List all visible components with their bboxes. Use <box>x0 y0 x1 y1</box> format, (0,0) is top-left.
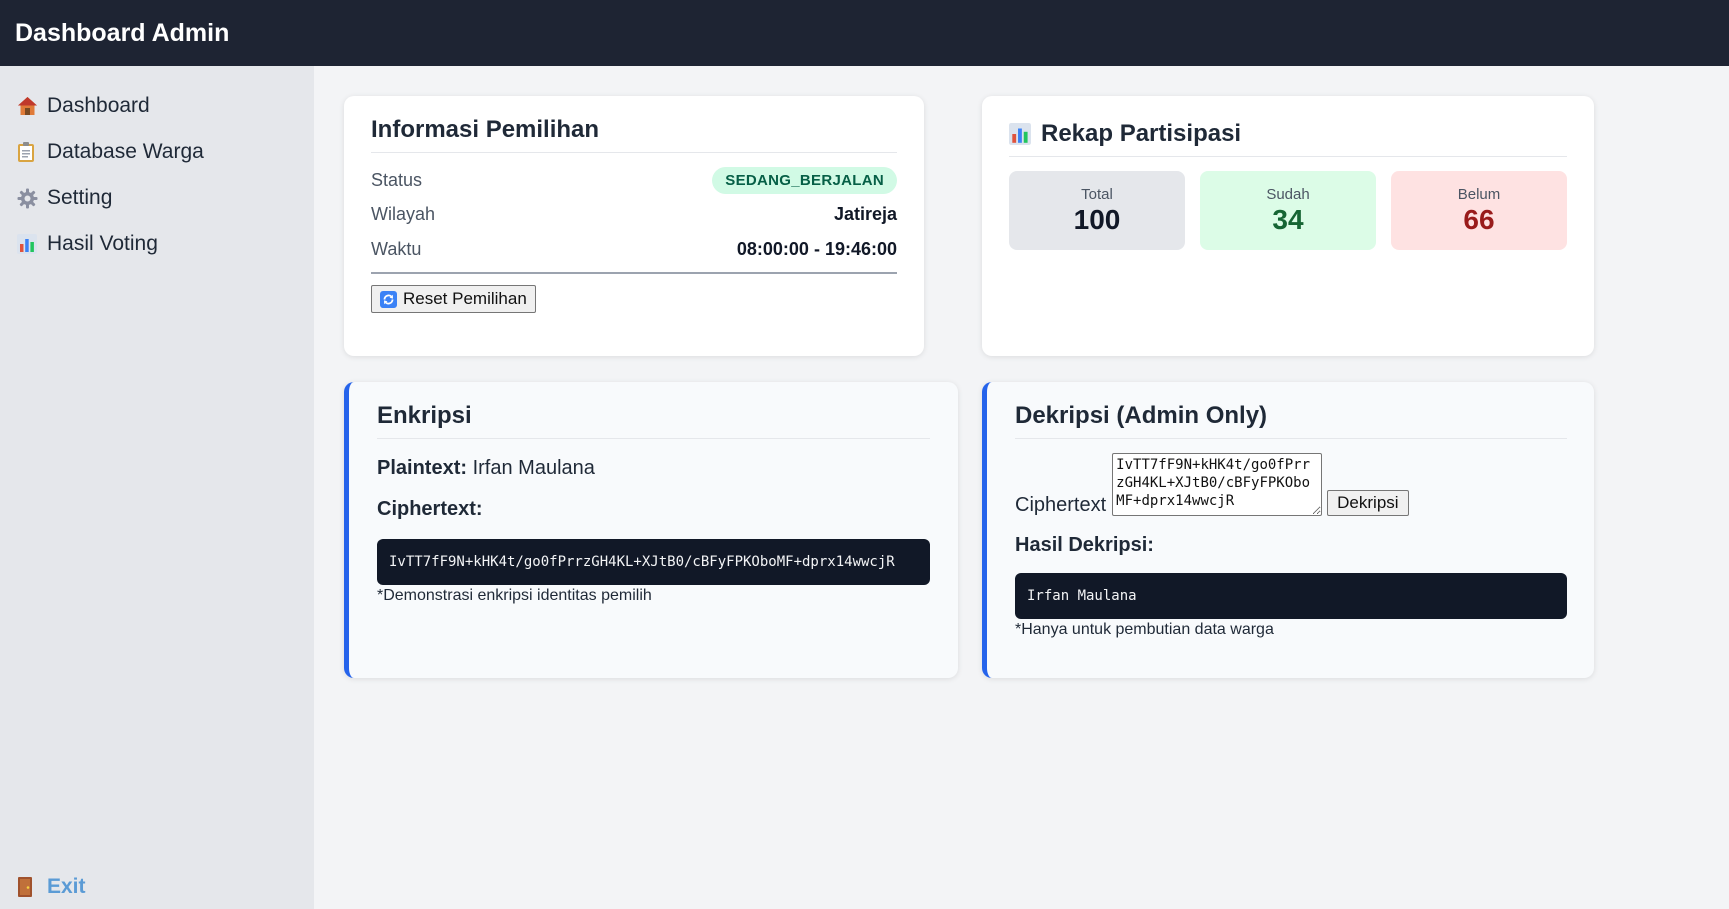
wilayah-label: Wilayah <box>371 204 436 224</box>
ciphertext-input[interactable]: IvTT7fF9N+kHK4t/go0fPrrzGH4KL+XJtB0/cBFy… <box>1112 453 1323 516</box>
door-icon <box>17 876 47 898</box>
app-title: Dashboard Admin <box>15 18 230 47</box>
sidebar: Dashboard Database Warga Setting Hasil V… <box>0 66 314 909</box>
ciphertext-line: Ciphertext: <box>377 498 930 521</box>
plaintext-label: Plaintext: <box>377 457 468 479</box>
waktu-label: Waktu <box>371 239 422 259</box>
sidebar-item-setting[interactable]: Setting <box>0 175 314 221</box>
participation-stats: Total 100 Sudah 34 Belum 66 <box>1009 171 1567 250</box>
stat-total: Total 100 <box>1009 171 1185 250</box>
plaintext-line: Plaintext: Irfan Maulana <box>377 457 930 480</box>
stat-total-label: Total <box>1081 185 1113 203</box>
sidebar-item-label: Setting <box>47 186 113 209</box>
stat-belum-value: 66 <box>1463 203 1495 235</box>
refresh-icon <box>380 290 397 308</box>
encryption-title: Enkripsi <box>377 402 930 439</box>
decrypt-button[interactable]: Dekripsi <box>1327 490 1409 516</box>
encryption-note: *Demonstrasi enkripsi identitas pemilih <box>377 587 652 604</box>
sidebar-nav: Dashboard Database Warga Setting Hasil V… <box>0 83 314 267</box>
result-line: Hasil Dekripsi: <box>1015 534 1567 557</box>
decryption-title: Dekripsi (Admin Only) <box>1015 402 1567 439</box>
decryption-note: *Hanya untuk pembutian data warga <box>1015 621 1274 638</box>
house-icon <box>17 96 47 116</box>
ciphertext-label: Ciphertext: <box>377 498 483 520</box>
decrypt-form: Ciphertext IvTT7fF9N+kHK4t/go0fPrrzGH4KL… <box>1015 453 1567 516</box>
participation-title: Rekap Partisipasi <box>1009 116 1567 157</box>
plaintext-value: Irfan Maulana <box>472 457 595 479</box>
participation-card: Rekap Partisipasi Total 100 Sudah 34 Bel… <box>982 96 1594 356</box>
sidebar-item-database-warga[interactable]: Database Warga <box>0 129 314 175</box>
sidebar-item-dashboard[interactable]: Dashboard <box>0 83 314 129</box>
participation-title-text: Rekap Partisipasi <box>1041 120 1242 147</box>
bar-chart-icon <box>17 234 47 254</box>
stat-total-value: 100 <box>1073 203 1121 235</box>
ciphertext-input-label: Ciphertext <box>1015 494 1107 516</box>
stat-sudah: Sudah 34 <box>1200 171 1376 250</box>
decrypt-result: Irfan Maulana <box>1015 573 1567 619</box>
encryption-card: Enkripsi Plaintext: Irfan Maulana Cipher… <box>344 382 958 678</box>
status-label: Status <box>371 170 423 190</box>
sidebar-item-label: Database Warga <box>47 140 204 163</box>
exit-label: Exit <box>47 875 86 898</box>
exit-link[interactable]: Exit <box>17 875 86 899</box>
election-info-title: Informasi Pemilihan <box>371 116 897 153</box>
reset-election-button[interactable]: Reset Pemilihan <box>371 285 536 313</box>
election-info-card: Informasi Pemilihan Status SEDANG_BERJAL… <box>344 96 924 356</box>
clipboard-icon <box>17 141 47 163</box>
wilayah-value: Jatireja <box>833 204 897 224</box>
decryption-card: Dekripsi (Admin Only) Ciphertext IvTT7fF… <box>982 382 1594 678</box>
status-badge: SEDANG_BERJALAN <box>712 167 897 194</box>
wilayah-row: Wilayah Jatireja <box>371 204 897 225</box>
status-row: Status SEDANG_BERJALAN <box>371 167 897 194</box>
ciphertext-output: IvTT7fF9N+kHK4t/go0fPrrzGH4KL+XJtB0/cBFy… <box>377 539 930 585</box>
stat-sudah-value: 34 <box>1272 203 1304 235</box>
sidebar-item-hasil-voting[interactable]: Hasil Voting <box>0 221 314 267</box>
stat-belum-label: Belum <box>1457 185 1501 203</box>
top-bar: Dashboard Admin <box>0 0 1729 66</box>
divider <box>371 272 897 274</box>
sidebar-item-label: Dashboard <box>47 94 150 117</box>
sidebar-item-label: Hasil Voting <box>47 232 158 255</box>
stat-sudah-label: Sudah <box>1266 185 1310 203</box>
stat-belum: Belum 66 <box>1391 171 1567 250</box>
reset-election-label: Reset Pemilihan <box>403 289 527 308</box>
gear-icon <box>17 188 47 209</box>
bar-chart-icon <box>1009 123 1031 145</box>
waktu-value: 08:00:00 - 19:46:00 <box>736 239 897 259</box>
waktu-row: Waktu 08:00:00 - 19:46:00 <box>371 239 897 260</box>
result-label: Hasil Dekripsi: <box>1015 534 1154 556</box>
